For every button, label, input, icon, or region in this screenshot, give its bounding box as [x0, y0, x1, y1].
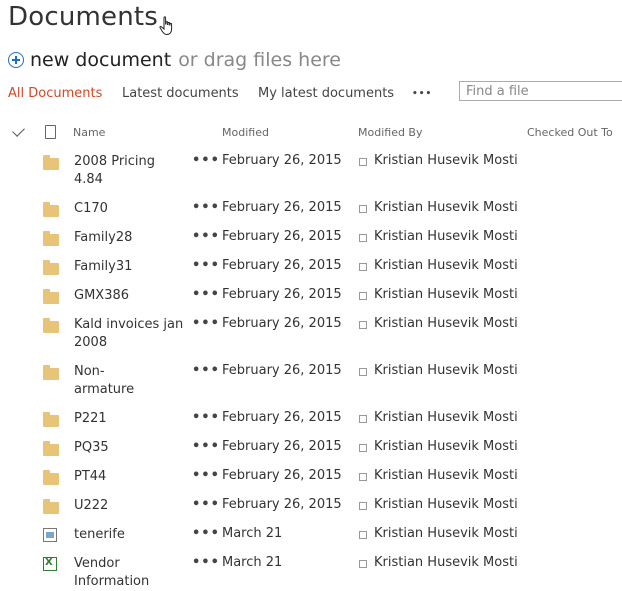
excel-file-icon [43, 557, 57, 571]
item-modified: March 21 [222, 526, 283, 541]
item-modified-by[interactable]: Kristian Husevik Mosti [374, 153, 520, 168]
row-menu-ellipsis-icon[interactable]: ••• [192, 555, 220, 570]
folder-icon [43, 260, 59, 275]
row-menu-ellipsis-icon[interactable]: ••• [192, 497, 220, 512]
column-header-modified-by[interactable]: Modified By [358, 126, 423, 139]
image-file-icon [43, 528, 57, 542]
item-name[interactable]: PQ35 [74, 439, 184, 457]
item-name[interactable]: C170 [74, 200, 184, 218]
item-modified: February 26, 2015 [222, 287, 342, 302]
item-modified-by[interactable]: Kristian Husevik Mosti [374, 258, 520, 273]
presence-icon [359, 292, 367, 300]
item-modified: February 26, 2015 [222, 316, 342, 331]
item-modified: March 21 [222, 555, 283, 570]
item-modified-by[interactable]: Kristian Husevik Mosti [374, 287, 520, 302]
item-name[interactable]: Vendor Information [74, 555, 184, 591]
column-header-name[interactable]: Name [73, 126, 105, 139]
file-type-column-icon [45, 125, 56, 139]
presence-icon [359, 502, 367, 510]
folder-icon [43, 202, 59, 217]
item-name[interactable]: PT44 [74, 468, 184, 486]
drag-files-hint: or drag files here [178, 49, 341, 71]
page-title: Documents [8, 2, 159, 32]
folder-icon [43, 441, 59, 456]
item-name[interactable]: 2008 Pricing 4.84 [74, 153, 184, 189]
item-modified: February 26, 2015 [222, 410, 342, 425]
presence-icon [359, 368, 367, 376]
item-name[interactable]: GMX386 [74, 287, 184, 305]
item-modified-by[interactable]: Kristian Husevik Mosti [374, 229, 520, 244]
presence-icon [359, 158, 367, 166]
more-views-ellipsis-icon[interactable]: ••• [412, 86, 432, 99]
row-menu-ellipsis-icon[interactable]: ••• [192, 363, 220, 378]
item-modified: February 26, 2015 [222, 200, 342, 215]
folder-icon [43, 365, 59, 380]
column-header-checked-out-to[interactable]: Checked Out To [527, 126, 613, 139]
folder-icon [43, 470, 59, 485]
item-modified: February 26, 2015 [222, 363, 342, 378]
row-menu-ellipsis-icon[interactable]: ••• [192, 153, 220, 168]
item-modified-by[interactable]: Kristian Husevik Mosti [374, 555, 520, 570]
presence-icon [359, 234, 367, 242]
item-name[interactable]: Non-armature [74, 363, 144, 399]
item-modified-by[interactable]: Kristian Husevik Mosti [374, 497, 520, 512]
row-menu-ellipsis-icon[interactable]: ••• [192, 287, 220, 302]
item-name[interactable]: Family31 [74, 258, 184, 276]
presence-icon [359, 263, 367, 271]
item-modified: February 26, 2015 [222, 497, 342, 512]
item-name[interactable]: U222 [74, 497, 184, 515]
item-modified: February 26, 2015 [222, 153, 342, 168]
row-menu-ellipsis-icon[interactable]: ••• [192, 439, 220, 454]
find-a-file-input[interactable] [459, 81, 622, 101]
item-name[interactable]: Family28 [74, 229, 184, 247]
item-modified-by[interactable]: Kristian Husevik Mosti [374, 363, 520, 378]
view-latest-documents[interactable]: Latest documents [122, 86, 239, 101]
select-all-check-icon[interactable] [12, 124, 25, 137]
list-header: Name Modified Modified By Checked Out To [0, 124, 622, 142]
folder-icon [43, 289, 59, 304]
presence-icon [359, 560, 367, 568]
folder-icon [43, 231, 59, 246]
folder-icon [43, 155, 59, 170]
item-modified: February 26, 2015 [222, 229, 342, 244]
presence-icon [359, 321, 367, 329]
item-name[interactable]: tenerife [74, 526, 184, 544]
item-modified-by[interactable]: Kristian Husevik Mosti [374, 410, 520, 425]
item-modified-by[interactable]: Kristian Husevik Mosti [374, 468, 520, 483]
row-menu-ellipsis-icon[interactable]: ••• [192, 258, 220, 273]
view-all-documents[interactable]: All Documents [8, 86, 102, 101]
new-document-plus-icon[interactable] [8, 52, 24, 68]
item-modified-by[interactable]: Kristian Husevik Mosti [374, 200, 520, 215]
item-modified-by[interactable]: Kristian Husevik Mosti [374, 439, 520, 454]
presence-icon [359, 531, 367, 539]
folder-icon [43, 499, 59, 514]
folder-icon [43, 318, 59, 333]
item-name[interactable]: Kald invoices jan 2008 [74, 316, 184, 352]
row-menu-ellipsis-icon[interactable]: ••• [192, 410, 220, 425]
new-document-button[interactable]: new document [30, 49, 171, 71]
item-modified: February 26, 2015 [222, 439, 342, 454]
presence-icon [359, 444, 367, 452]
row-menu-ellipsis-icon[interactable]: ••• [192, 526, 220, 541]
item-name[interactable]: P221 [74, 410, 184, 428]
presence-icon [359, 473, 367, 481]
presence-icon [359, 205, 367, 213]
item-modified: February 26, 2015 [222, 468, 342, 483]
column-header-modified[interactable]: Modified [222, 126, 269, 139]
presence-icon [359, 415, 367, 423]
row-menu-ellipsis-icon[interactable]: ••• [192, 229, 220, 244]
item-modified-by[interactable]: Kristian Husevik Mosti [374, 526, 520, 541]
view-my-latest-documents[interactable]: My latest documents [258, 86, 394, 101]
folder-icon [43, 412, 59, 427]
row-menu-ellipsis-icon[interactable]: ••• [192, 468, 220, 483]
row-menu-ellipsis-icon[interactable]: ••• [192, 200, 220, 215]
item-modified-by[interactable]: Kristian Husevik Mosti [374, 316, 520, 331]
row-menu-ellipsis-icon[interactable]: ••• [192, 316, 220, 331]
hand-cursor-icon [159, 16, 173, 36]
item-modified: February 26, 2015 [222, 258, 342, 273]
